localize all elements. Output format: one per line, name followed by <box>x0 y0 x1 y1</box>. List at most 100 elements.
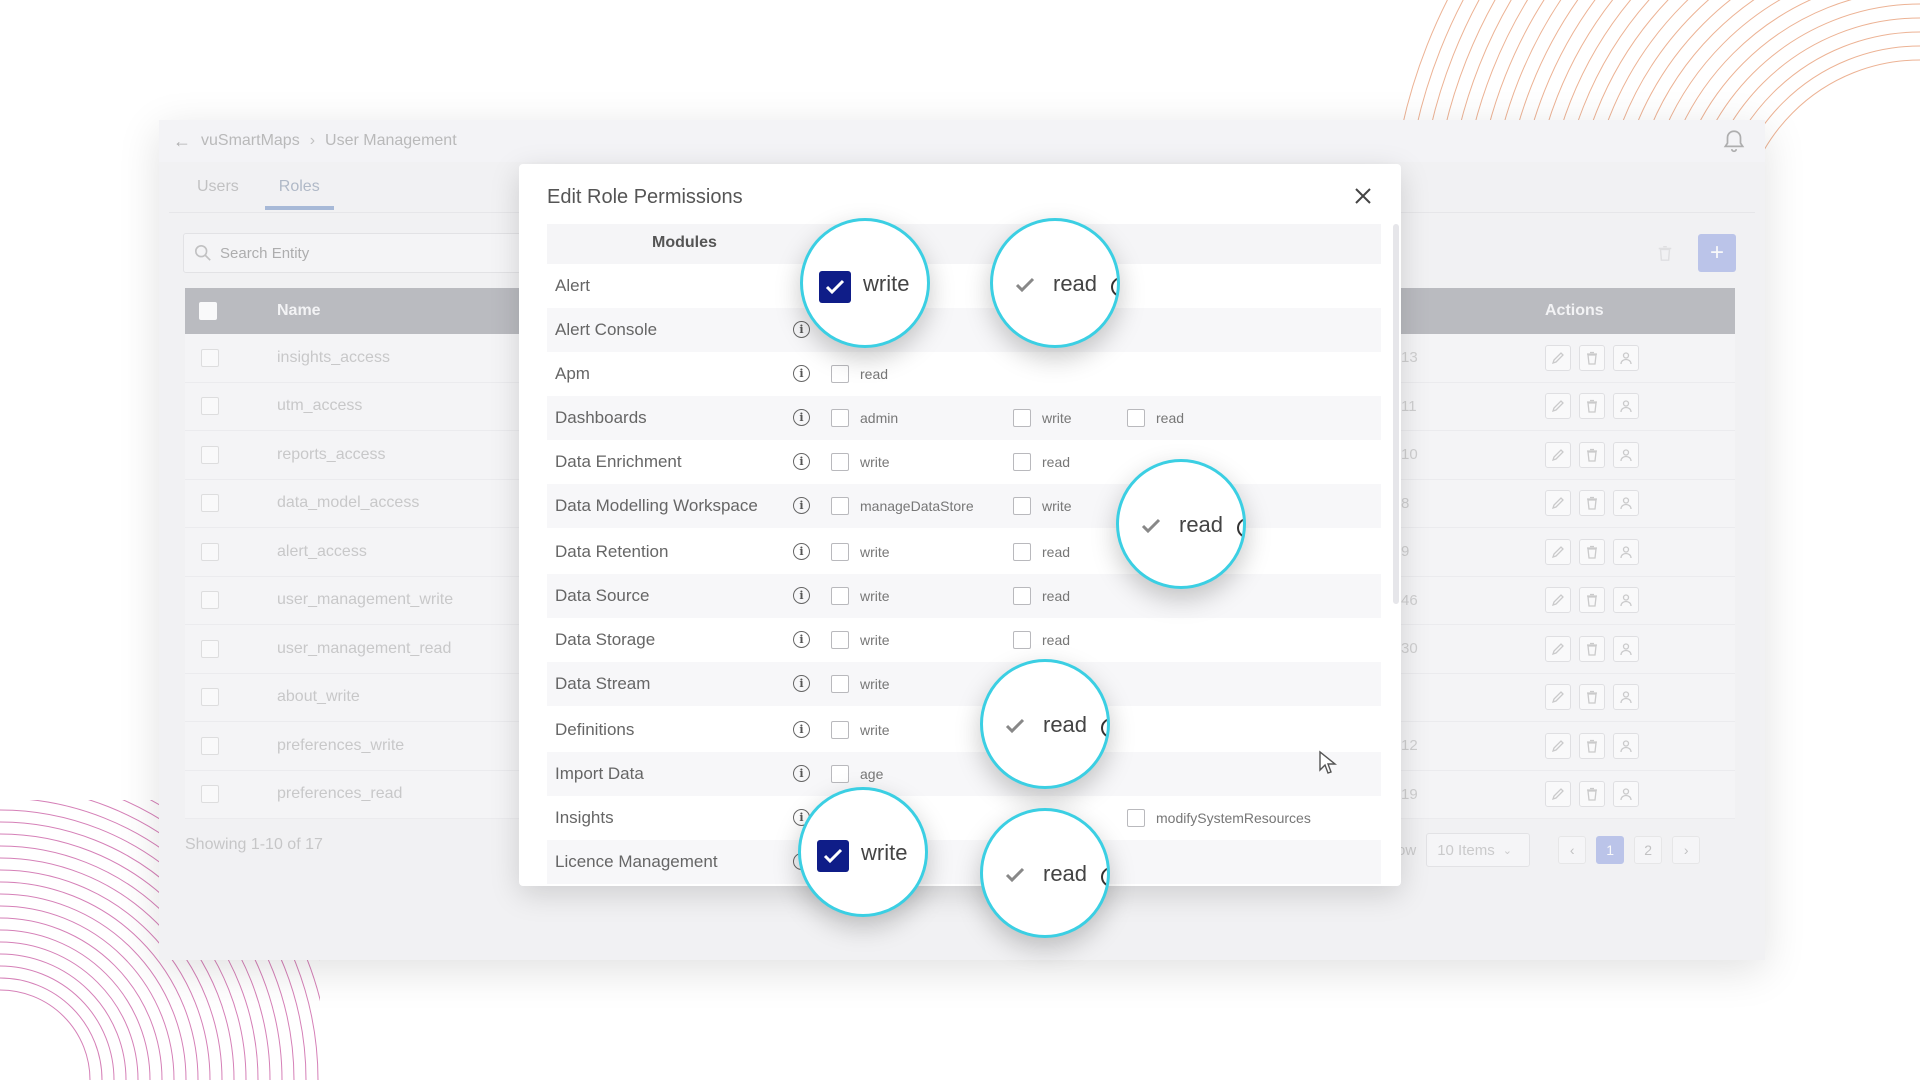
permission-label: read <box>1042 632 1071 648</box>
permission-checkbox[interactable] <box>831 365 849 383</box>
permission-row: Import Data i age <box>547 752 1381 796</box>
info-icon[interactable]: i <box>793 409 810 426</box>
module-name: Dashboards <box>555 408 647 427</box>
module-name: Data Retention <box>555 542 669 561</box>
permission-option[interactable]: modifySystemResources <box>1127 809 1311 827</box>
permission-option[interactable]: read <box>1013 587 1070 605</box>
magnifier-label: read <box>1053 271 1098 296</box>
magnifier-alert-read: read <box>990 218 1120 348</box>
permission-option[interactable]: admin <box>831 409 898 427</box>
permission-label: write <box>860 588 890 604</box>
permission-checkbox[interactable] <box>831 587 849 605</box>
check-icon <box>1015 277 1035 293</box>
module-name: Definitions <box>555 720 635 739</box>
info-icon[interactable]: i <box>793 675 810 692</box>
permission-row: Data Retention i write read <box>547 530 1381 574</box>
info-icon[interactable]: i <box>793 631 810 648</box>
permission-checkbox[interactable] <box>831 409 849 427</box>
module-name: Data Stream <box>555 674 651 693</box>
info-icon[interactable]: i <box>793 587 810 604</box>
permission-option[interactable]: read <box>1127 409 1184 427</box>
magnifier-label: write <box>861 840 908 865</box>
permission-row: Data Source i write read <box>547 574 1381 618</box>
permission-checkbox[interactable] <box>1013 497 1031 515</box>
module-name: Insights <box>555 808 614 827</box>
checked-tick[interactable] <box>1135 510 1167 542</box>
permissions-header: Modules ion <box>547 224 1381 264</box>
permission-checkbox[interactable] <box>1013 587 1031 605</box>
permission-option[interactable]: age <box>831 765 883 783</box>
permission-label: admin <box>860 410 899 426</box>
magnifier-label: read <box>1043 861 1088 886</box>
decorative-arc <box>1739 59 1920 240</box>
modal-scrollbar[interactable] <box>1393 224 1399 604</box>
permission-label: write <box>1042 410 1072 426</box>
edit-role-permissions-modal: Edit Role Permissions Modules ion Alert A… <box>519 164 1401 886</box>
cursor-arc-icon <box>1232 513 1243 543</box>
info-icon[interactable]: i <box>793 497 810 514</box>
checked-tick[interactable] <box>999 859 1031 891</box>
cursor-arc-icon <box>1096 713 1107 743</box>
permission-checkbox[interactable] <box>831 675 849 693</box>
close-button[interactable] <box>1351 184 1375 208</box>
permission-row: Data Storage i write read <box>547 618 1381 662</box>
checked-tick[interactable] <box>999 710 1031 742</box>
module-name: Data Modelling Workspace <box>555 496 758 515</box>
decorative-arc <box>0 977 103 1080</box>
info-icon[interactable]: i <box>793 765 810 782</box>
permission-checkbox[interactable] <box>1013 453 1031 471</box>
checked-checkbox[interactable] <box>817 840 849 872</box>
close-icon <box>1355 188 1371 204</box>
magnifier-label: read <box>1179 512 1224 537</box>
permission-option[interactable]: write <box>1013 497 1072 515</box>
permission-option[interactable]: write <box>831 543 890 561</box>
permission-label: read <box>1042 544 1071 560</box>
permission-checkbox[interactable] <box>831 631 849 649</box>
decorative-arc <box>0 965 115 1080</box>
permission-option[interactable]: write <box>831 453 890 471</box>
permission-checkbox[interactable] <box>1127 809 1145 827</box>
info-icon[interactable]: i <box>793 721 810 738</box>
permission-label: write <box>860 722 890 738</box>
permission-option[interactable]: write <box>1013 409 1072 427</box>
decorative-arc <box>0 989 91 1080</box>
permission-option[interactable]: manageDataStore <box>831 497 974 515</box>
permission-row: Data Modelling Workspace i manageDataStore… <box>547 484 1381 528</box>
permission-checkbox[interactable] <box>831 497 849 515</box>
decorative-arc <box>0 929 151 1080</box>
permission-option[interactable]: write <box>831 631 890 649</box>
permission-option[interactable]: write <box>831 587 890 605</box>
permission-checkbox[interactable] <box>1013 543 1031 561</box>
permission-label: write <box>860 676 890 692</box>
permission-row: Insights i modifySystemResources <box>547 796 1381 840</box>
permission-option[interactable]: write <box>831 721 890 739</box>
permission-label: read <box>860 366 889 382</box>
permission-checkbox[interactable] <box>831 721 849 739</box>
permission-label: read <box>1042 588 1071 604</box>
permission-option[interactable]: read <box>831 365 888 383</box>
checked-checkbox[interactable] <box>819 271 851 303</box>
permission-checkbox[interactable] <box>1013 631 1031 649</box>
magnifier-label: read <box>1043 712 1088 737</box>
permission-option[interactable]: write <box>831 675 890 693</box>
info-icon[interactable]: i <box>793 321 810 338</box>
permission-checkbox[interactable] <box>831 453 849 471</box>
info-icon[interactable]: i <box>793 453 810 470</box>
permission-checkbox[interactable] <box>1013 409 1031 427</box>
check-icon <box>825 279 845 295</box>
decorative-arc <box>0 953 127 1080</box>
permission-checkbox[interactable] <box>1127 409 1145 427</box>
permission-label: manageDataStore <box>860 498 974 514</box>
info-icon[interactable]: i <box>793 365 810 382</box>
magnifier-alert-write: write <box>800 218 930 348</box>
permission-option[interactable]: read <box>1013 453 1070 471</box>
column-modules: Modules <box>652 234 717 251</box>
permission-option[interactable]: read <box>1013 631 1070 649</box>
checked-tick[interactable] <box>1009 269 1041 301</box>
module-name: Alert <box>555 276 590 295</box>
permission-option[interactable]: read <box>1013 543 1070 561</box>
permission-checkbox[interactable] <box>831 765 849 783</box>
permission-label: read <box>1042 454 1071 470</box>
permission-checkbox[interactable] <box>831 543 849 561</box>
info-icon[interactable]: i <box>793 543 810 560</box>
